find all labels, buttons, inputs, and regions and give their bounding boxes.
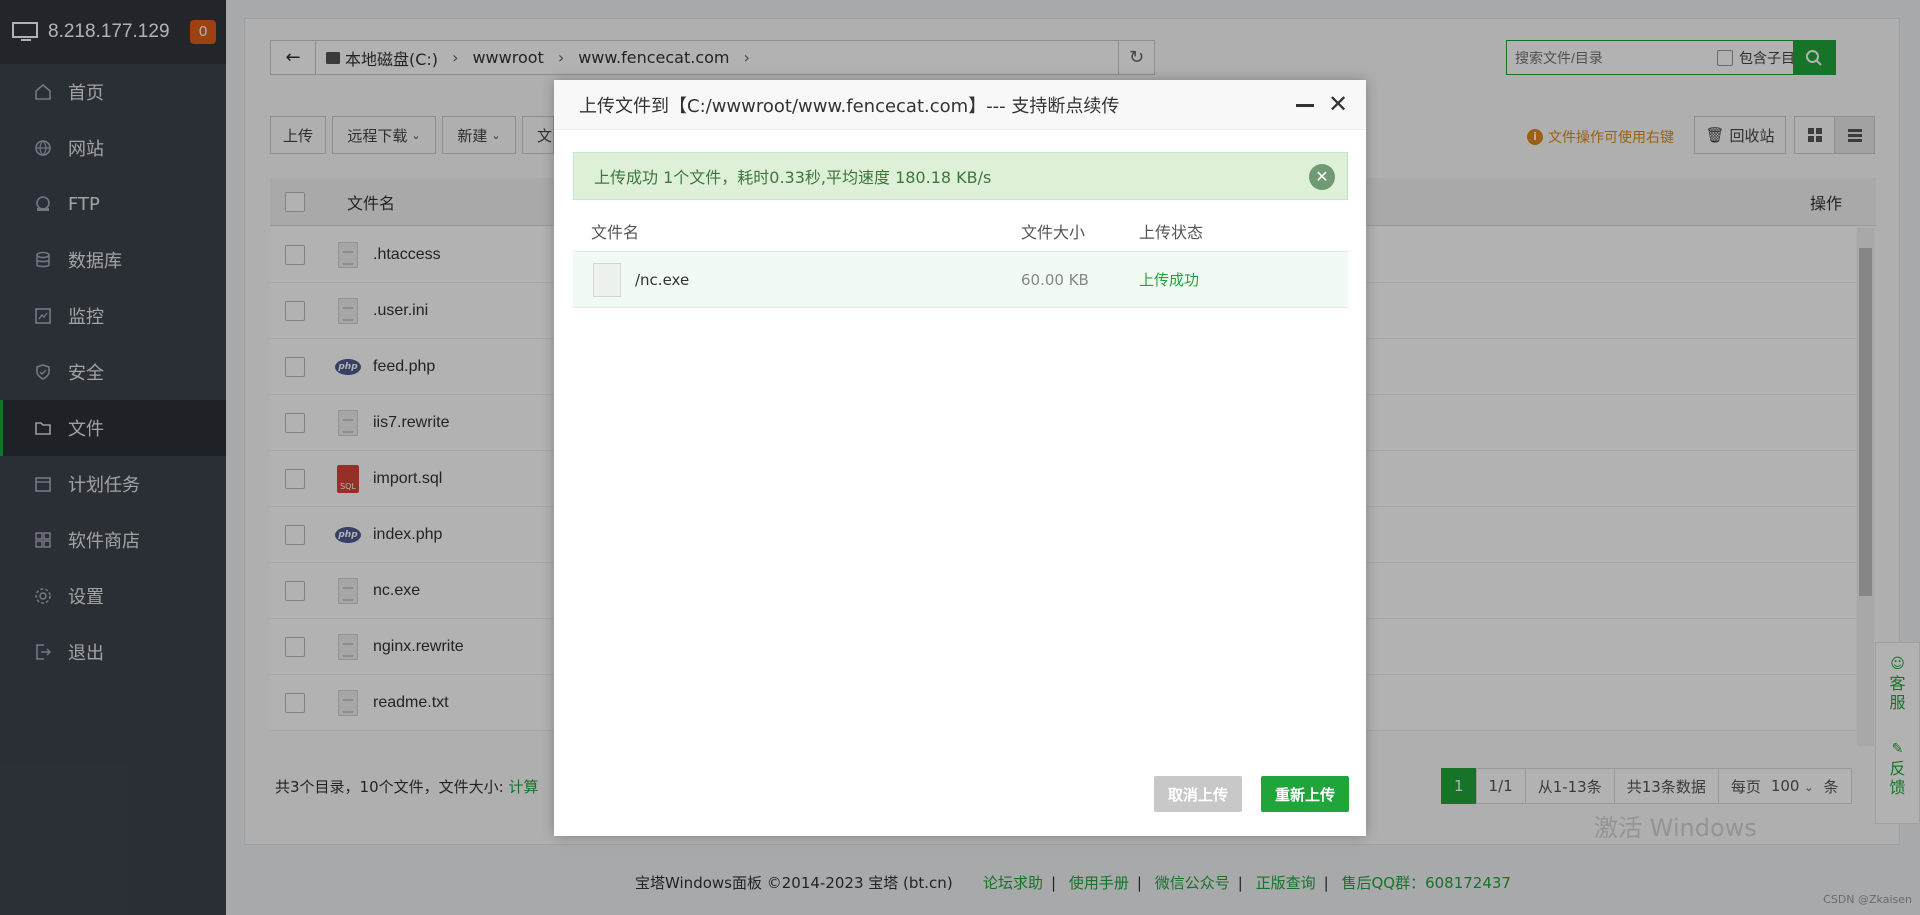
upload-file-size: 60.00 KB — [1021, 270, 1089, 289]
alert-text: 上传成功 1个文件，耗时0.33秒,平均速度 180.18 KB/s — [594, 168, 992, 187]
dialog-title: 上传文件到【C:/wwwroot/www.fencecat.com】--- 支持… — [579, 95, 1120, 117]
column-status: 上传状态 — [1139, 222, 1204, 242]
close-icon[interactable]: ✕ — [1326, 92, 1350, 116]
column-filename: 文件名 — [591, 222, 640, 242]
minimize-icon[interactable] — [1296, 104, 1314, 107]
cancel-upload-button[interactable]: 取消上传 — [1154, 776, 1242, 812]
upload-row: /nc.exe 60.00 KB 上传成功 — [573, 252, 1348, 308]
upload-file-name: /nc.exe — [635, 270, 690, 289]
upload-status: 上传成功 — [1139, 271, 1200, 289]
reupload-button[interactable]: 重新上传 — [1261, 776, 1349, 812]
upload-success-alert: 上传成功 1个文件，耗时0.33秒,平均速度 180.18 KB/s ✕ — [573, 152, 1348, 200]
upload-dialog: 上传文件到【C:/wwwroot/www.fencecat.com】--- 支持… — [554, 80, 1366, 836]
alert-close-icon[interactable]: ✕ — [1309, 164, 1335, 190]
dialog-header: 上传文件到【C:/wwwroot/www.fencecat.com】--- 支持… — [554, 80, 1366, 130]
column-filesize: 文件大小 — [1021, 222, 1086, 242]
file-icon — [593, 262, 621, 297]
upload-table-header: 文件名 文件大小 上传状态 — [573, 210, 1348, 252]
